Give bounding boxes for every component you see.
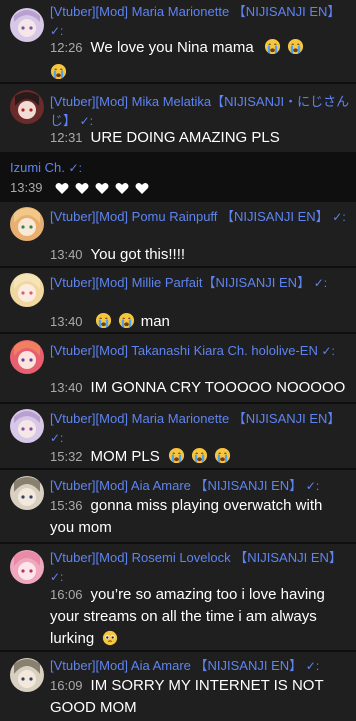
message-body: 16:09 IM SORRY MY INTERNET IS NOT GOOD MO…	[50, 675, 346, 719]
message-text: IM SORRY MY INTERNET IS NOT GOOD MOM	[50, 677, 324, 716]
chat-message[interactable]: [Vtuber][Mod] Millie Parfait【NIJISANJI E…	[0, 268, 356, 332]
crying-face-emoji	[287, 38, 304, 62]
author-name[interactable]: [Vtuber][Mod] Takanashi Kiara Ch. hololi…	[50, 341, 350, 361]
message-text: gonna miss playing overwatch with you mo…	[50, 497, 323, 536]
author-name[interactable]: [Vtuber][Mod] Maria Marionette 【NIJISANJ…	[50, 409, 346, 448]
author-name[interactable]: [Vtuber][Mod] Mika Melatika【NIJISANJI・にじ…	[50, 92, 350, 131]
verified-check-icon: ✓:	[50, 431, 64, 445]
message-text: You got this!!!!	[90, 246, 186, 263]
chat-message[interactable]: Izumi Ch. ✓: 13:39	[0, 154, 356, 200]
author-name[interactable]: Izumi Ch. ✓:	[10, 158, 346, 178]
chat-message[interactable]: [Vtuber][Mod] Aia Amare 【NIJISANJI EN】 ✓…	[0, 652, 356, 721]
white-heart-emoji	[115, 180, 129, 202]
timestamp: 13:40	[50, 247, 83, 262]
author-name[interactable]: [Vtuber][Mod] Rosemi Lovelock 【NIJISANJI…	[50, 548, 346, 587]
message-body: 13:39	[10, 177, 346, 202]
crying-face-emoji	[214, 447, 231, 471]
chat-message[interactable]: [Vtuber][Mod] Mika Melatika【NIJISANJI・にじ…	[0, 84, 356, 152]
crying-face-emoji	[191, 447, 208, 471]
maria-avatar[interactable]	[10, 8, 44, 42]
verified-check-icon: ✓:	[79, 114, 94, 128]
message-text: you’re so amazing too i love having your…	[50, 586, 325, 647]
verified-check-icon: ✓:	[68, 161, 82, 175]
chat-message[interactable]: [Vtuber][Mod] Rosemi Lovelock 【NIJISANJI…	[0, 544, 356, 650]
rosemi-avatar[interactable]	[10, 550, 44, 584]
timestamp: 13:40	[50, 314, 83, 329]
message-body: 15:32 MOM PLS	[50, 446, 346, 471]
message-body: 16:06 you’re so amazing too i love having…	[50, 584, 350, 653]
chat-message[interactable]: [Vtuber][Mod] Maria Marionette 【NIJISANJ…	[0, 404, 356, 468]
author-name[interactable]: [Vtuber][Mod] Maria Marionette 【NIJISANJ…	[50, 2, 346, 41]
pleading-face-emoji	[102, 630, 118, 653]
verified-check-icon: ✓:	[313, 276, 328, 290]
timestamp: 13:39	[10, 180, 43, 195]
maria-avatar[interactable]	[10, 409, 44, 443]
aia-avatar[interactable]	[10, 476, 44, 510]
timestamp: 12:26	[50, 40, 83, 55]
message-text: IM GONNA CRY TOOOOO NOOOOO	[90, 379, 346, 396]
message-body: 13:40 You got this!!!!	[50, 244, 346, 266]
verified-check-icon: ✓:	[50, 24, 64, 38]
crying-face-emoji	[118, 312, 135, 336]
white-heart-emoji	[135, 180, 149, 202]
timestamp: 16:09	[50, 678, 83, 693]
white-heart-emoji	[55, 180, 69, 202]
message-body: 12:26 We love you Nina mama	[50, 37, 346, 87]
timestamp: 15:32	[50, 449, 83, 464]
timestamp: 13:40	[50, 380, 83, 395]
message-body: 15:36 gonna miss playing overwatch with y…	[50, 495, 350, 539]
verified-check-icon: ✓:	[305, 479, 320, 493]
millie-avatar[interactable]	[10, 273, 44, 307]
message-text: URE DOING AMAZING PLS	[90, 129, 280, 146]
author-name[interactable]: [Vtuber][Mod] Pomu Rainpuff 【NIJISANJI E…	[50, 207, 346, 227]
verified-check-icon: ✓:	[321, 344, 335, 358]
verified-check-icon: ✓:	[332, 210, 346, 224]
crying-face-emoji	[95, 312, 112, 336]
chat-message[interactable]: [Vtuber][Mod] Aia Amare 【NIJISANJI EN】 ✓…	[0, 470, 356, 542]
chat-message[interactable]: [Vtuber][Mod] Pomu Rainpuff 【NIJISANJI E…	[0, 202, 356, 266]
message-text: man	[140, 313, 170, 330]
message-body: 13:40 IM GONNA CRY TOOOOO NOOOOO	[50, 377, 350, 399]
live-chat-list[interactable]: [Vtuber][Mod] Maria Marionette 【NIJISANJ…	[0, 0, 356, 721]
verified-check-icon: ✓:	[305, 659, 320, 673]
chat-message[interactable]: [Vtuber][Mod] Takanashi Kiara Ch. hololi…	[0, 334, 356, 402]
mika-avatar[interactable]	[10, 90, 44, 124]
message-text: MOM PLS	[90, 448, 160, 465]
author-name[interactable]: [Vtuber][Mod] Millie Parfait【NIJISANJI E…	[50, 273, 346, 293]
author-name[interactable]: [Vtuber][Mod] Aia Amare 【NIJISANJI EN】 ✓…	[50, 476, 350, 496]
white-heart-emoji	[75, 180, 89, 202]
verified-check-icon: ✓:	[50, 570, 64, 584]
aia-avatar[interactable]	[10, 658, 44, 692]
pomu-avatar[interactable]	[10, 207, 44, 241]
white-heart-emoji	[95, 180, 109, 202]
timestamp: 16:06	[50, 587, 83, 602]
timestamp: 15:36	[50, 498, 83, 513]
crying-face-emoji	[264, 38, 281, 62]
crying-face-emoji	[168, 447, 185, 471]
message-text: We love you Nina mama	[90, 39, 254, 56]
author-name[interactable]: [Vtuber][Mod] Aia Amare 【NIJISANJI EN】 ✓…	[50, 656, 350, 676]
timestamp: 12:31	[50, 130, 83, 145]
message-body: 12:31 URE DOING AMAZING PLS	[50, 127, 346, 149]
chat-message[interactable]: [Vtuber][Mod] Maria Marionette 【NIJISANJ…	[0, 0, 356, 82]
message-body: 13:40 man	[50, 311, 346, 336]
kiara-avatar[interactable]	[10, 340, 44, 374]
